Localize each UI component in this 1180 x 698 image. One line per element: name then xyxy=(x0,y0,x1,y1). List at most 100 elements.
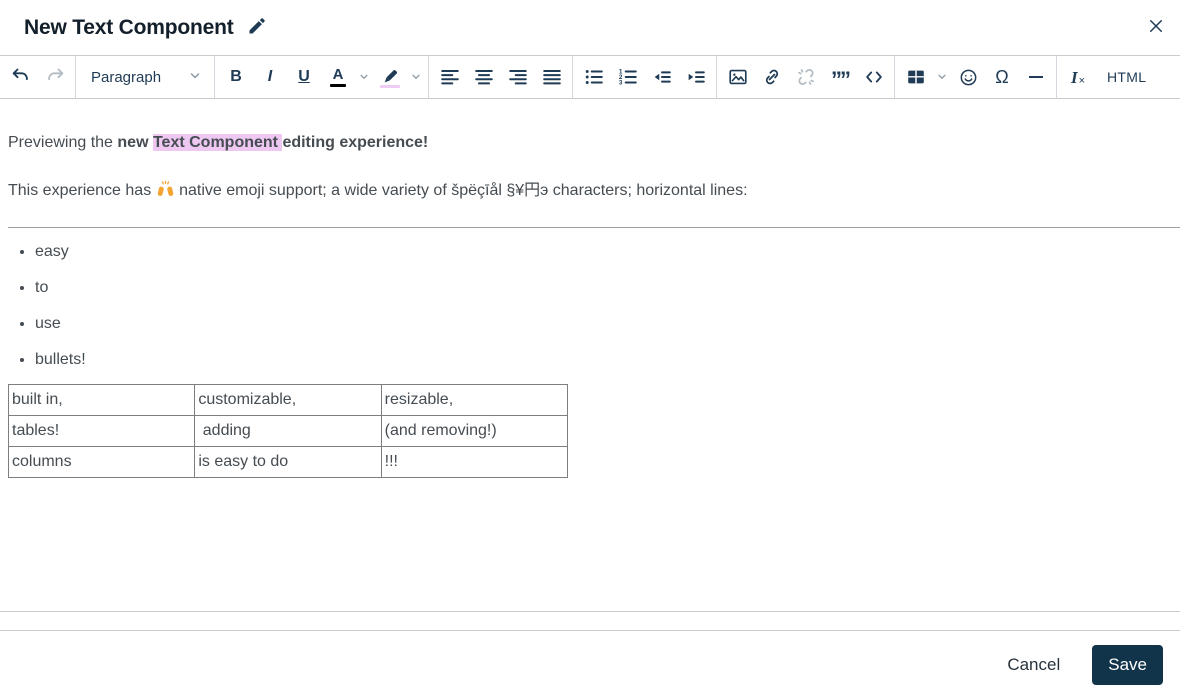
align-group xyxy=(429,56,573,98)
clear-formatting-button[interactable]: I × xyxy=(1061,60,1095,94)
redo-button[interactable] xyxy=(38,60,72,94)
objects-group: Ω xyxy=(895,56,1057,98)
footer-spacer xyxy=(0,612,1180,630)
insert-link-button[interactable] xyxy=(755,60,789,94)
save-button[interactable]: Save xyxy=(1092,644,1163,685)
align-left-button[interactable] xyxy=(433,60,467,94)
undo-button[interactable] xyxy=(4,60,38,94)
table-cell: customizable, xyxy=(194,384,382,416)
outdent-icon xyxy=(651,66,673,88)
indent-button[interactable] xyxy=(679,60,713,94)
list-item: use xyxy=(35,312,1172,336)
chevron-down-icon xyxy=(359,70,369,85)
numbered-list-button[interactable]: 123 xyxy=(611,60,645,94)
close-icon xyxy=(1147,17,1165,38)
bold-button[interactable]: B xyxy=(219,60,253,94)
code-button[interactable] xyxy=(857,60,891,94)
emoji-button[interactable] xyxy=(951,60,985,94)
underline-button[interactable]: U xyxy=(287,60,321,94)
paragraph-style-dropdown[interactable]: Paragraph xyxy=(80,60,211,94)
bullet-list: easy to use bullets! xyxy=(8,240,1172,372)
insert-group: ”” xyxy=(717,56,895,98)
list-item: to xyxy=(35,276,1172,300)
table-cell: is easy to do xyxy=(194,446,382,478)
table-dropdown[interactable] xyxy=(933,60,951,94)
bullet-list-button[interactable] xyxy=(577,60,611,94)
align-left-icon xyxy=(439,66,461,88)
insert-image-button[interactable] xyxy=(721,60,755,94)
indent-icon xyxy=(685,66,707,88)
table-button[interactable] xyxy=(899,60,933,94)
clear-formatting-icon: I × xyxy=(1070,67,1086,87)
outdent-button[interactable] xyxy=(645,60,679,94)
emoji-smiley-icon xyxy=(958,67,979,88)
highlighter-pen-icon xyxy=(381,67,400,83)
paragraph-style-label: Paragraph xyxy=(91,68,162,86)
editor-toolbar: Paragraph B I U A 1 2 3 ”” Ω I × HTML xyxy=(0,55,1180,99)
blockquote-icon: ”” xyxy=(831,67,851,92)
omega-icon: Ω xyxy=(995,67,1009,87)
redo-icon xyxy=(44,66,66,88)
list-group: 123 xyxy=(573,56,717,98)
text-color-dropdown[interactable] xyxy=(355,60,373,94)
text-color-button[interactable]: A xyxy=(321,60,355,94)
svg-text:3: 3 xyxy=(619,80,623,87)
inline-format-group: B I U A xyxy=(215,56,429,98)
highlight-color-swatch xyxy=(380,84,400,88)
horizontal-line-button[interactable] xyxy=(1019,60,1053,94)
raising-hands-emoji xyxy=(156,179,175,198)
html-view-button[interactable]: HTML xyxy=(1095,60,1158,94)
cancel-button[interactable]: Cancel xyxy=(1001,647,1066,683)
close-button[interactable] xyxy=(1147,17,1165,38)
align-justify-icon xyxy=(541,66,563,88)
modal-footer: Cancel Save xyxy=(0,630,1180,698)
highlight-color-button[interactable] xyxy=(373,60,407,94)
table-icon xyxy=(905,66,927,88)
align-right-button[interactable] xyxy=(501,60,535,94)
special-character-button[interactable]: Ω xyxy=(985,60,1019,94)
align-justify-button[interactable] xyxy=(535,60,569,94)
block-format-group: Paragraph xyxy=(76,56,215,98)
horizontal-rule xyxy=(8,227,1180,228)
link-icon xyxy=(761,66,783,88)
chevron-down-icon xyxy=(937,70,947,85)
italic-icon: I xyxy=(267,68,273,85)
bullet-list-icon xyxy=(583,66,605,88)
italic-button[interactable]: I xyxy=(253,60,287,94)
highlight-color-dropdown[interactable] xyxy=(407,60,425,94)
chevron-down-icon xyxy=(411,70,421,85)
edit-title-button[interactable] xyxy=(247,16,267,39)
table-row: built in, customizable, resizable, xyxy=(7,384,569,416)
blockquote-button[interactable]: ”” xyxy=(823,60,857,94)
table-cell: (and removing!) xyxy=(380,415,569,447)
list-item: bullets! xyxy=(35,348,1172,372)
pencil-icon xyxy=(247,16,267,39)
content-table: built in, customizable, resizable, table… xyxy=(7,384,569,478)
align-center-button[interactable] xyxy=(467,60,501,94)
image-icon xyxy=(727,66,749,88)
text-color-icon: A xyxy=(332,66,344,83)
align-right-icon xyxy=(507,66,529,88)
history-group xyxy=(0,56,76,98)
table-row: columns is easy to do !!! xyxy=(7,446,569,478)
table-cell: built in, xyxy=(7,384,196,416)
numbered-list-icon: 123 xyxy=(617,66,639,88)
table-row: tables! adding (and removing!) xyxy=(7,415,569,447)
table-cell: adding xyxy=(194,415,382,447)
table-cell: resizable, xyxy=(380,384,569,416)
highlighted-text: Text Component xyxy=(152,134,283,151)
undo-icon xyxy=(10,66,32,88)
misc-group: I × HTML xyxy=(1057,56,1161,98)
underline-icon: U xyxy=(298,68,310,85)
horizontal-line-icon xyxy=(1029,76,1043,78)
modal-header: New Text Component xyxy=(0,0,1180,55)
align-center-icon xyxy=(473,66,495,88)
remove-link-button[interactable] xyxy=(789,60,823,94)
table-cell: tables! xyxy=(7,415,196,447)
table-cell: !!! xyxy=(380,446,569,478)
chevron-down-icon xyxy=(189,70,201,85)
bold-icon: B xyxy=(230,68,242,85)
editor-content[interactable]: Previewing the new Text Component editin… xyxy=(0,99,1180,612)
table-cell: columns xyxy=(7,446,196,478)
code-icon xyxy=(863,66,885,88)
